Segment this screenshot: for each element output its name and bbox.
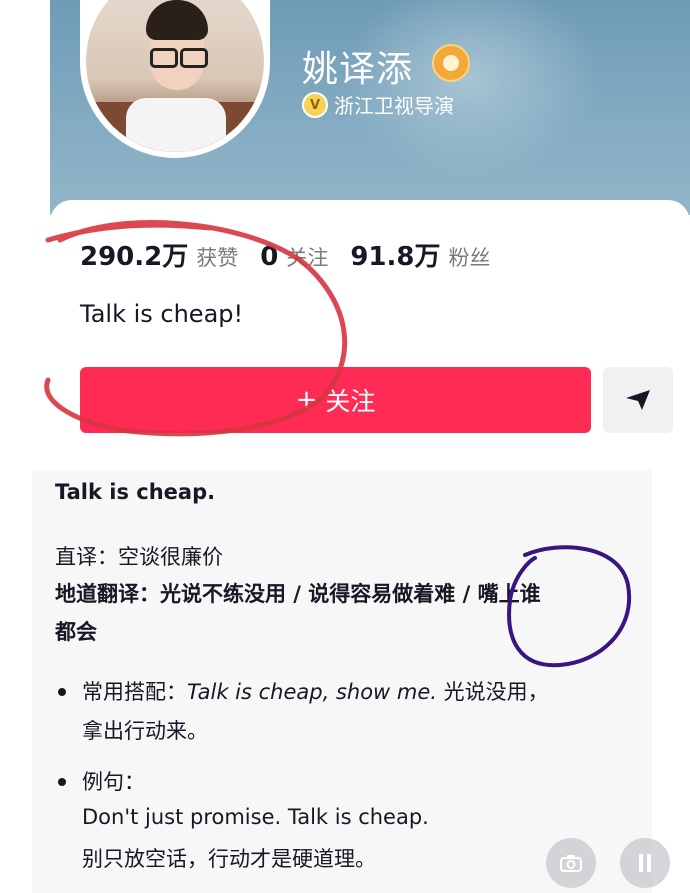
example-english: Don't just promise. Talk is cheap. — [82, 805, 429, 829]
camera-icon — [560, 855, 582, 872]
pause-icon — [639, 854, 651, 872]
collocation-chinese-2: 拿出行动来。 — [82, 719, 208, 743]
example-label: 例句： — [82, 770, 145, 794]
pause-button[interactable] — [620, 838, 670, 888]
collocation-chinese-1: 光说没用， — [443, 680, 549, 704]
collocation-row: 常用搭配：Talk is cheap, show me. 光说没用， — [82, 676, 549, 706]
example-chinese: 别只放空话，行动才是硬道理。 — [82, 847, 376, 871]
collocation-english: Talk is cheap, show me. — [187, 680, 437, 704]
camera-button[interactable] — [546, 838, 596, 888]
collocation-label: 常用搭配： — [82, 680, 187, 704]
collocation-bullet — [58, 688, 66, 696]
purple-circle-annotation — [507, 545, 632, 668]
example-bullet — [58, 778, 66, 786]
